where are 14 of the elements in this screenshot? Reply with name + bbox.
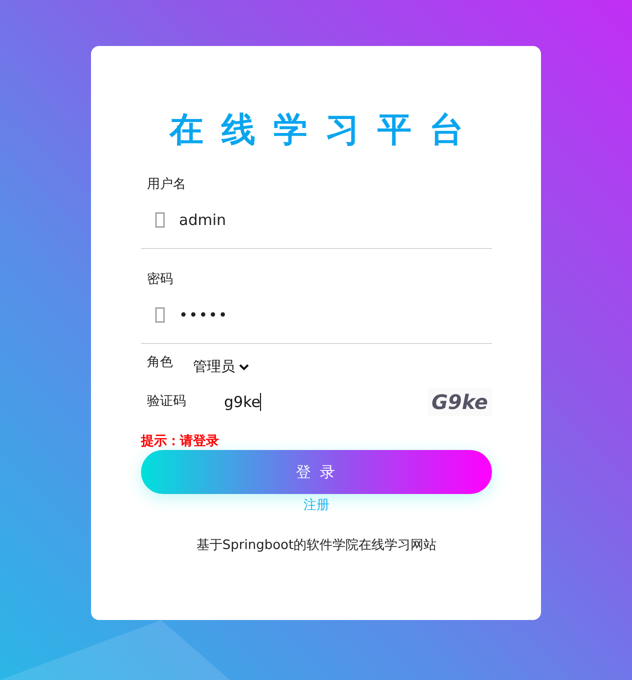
input-field[interactable]: admin	[141, 200, 492, 249]
input-field[interactable]: •••••	[141, 295, 492, 344]
footer-text: 基于Springboot的软件学院在线学习网站	[195, 537, 438, 554]
chevron-down-icon	[239, 363, 249, 371]
login-button[interactable]: 登 录	[141, 450, 492, 494]
hint-message: 提示：请登录	[141, 433, 220, 450]
captcha-field[interactable]: g9ke	[224, 393, 262, 411]
role-select[interactable]: 管理员	[193, 358, 249, 376]
app-title: 在线学习平台	[168, 109, 482, 152]
field-label: 密码	[147, 271, 173, 289]
field-label: 角色	[147, 354, 173, 372]
field-label: 用户名	[147, 176, 186, 194]
captcha-image[interactable]: G9ke	[428, 388, 492, 416]
field-label: 验证码	[147, 393, 186, 411]
